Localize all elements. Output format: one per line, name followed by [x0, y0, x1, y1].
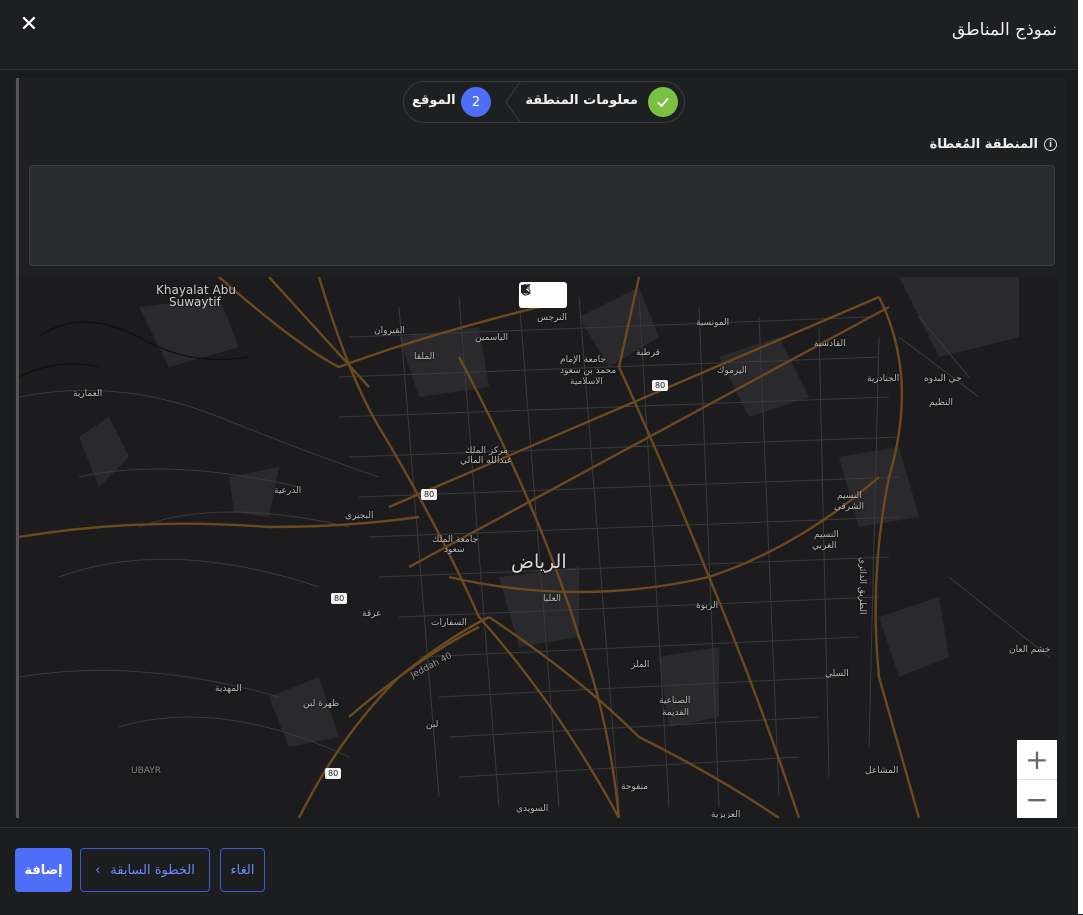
- map-label: العمارية: [73, 389, 103, 399]
- map-label: النسيم: [837, 491, 862, 501]
- map-label: الشرقي: [834, 502, 865, 512]
- covered-area-textarea[interactable]: [29, 165, 1055, 266]
- map-label: منفوحة: [621, 782, 649, 792]
- map-label: مركز الملك: [465, 446, 508, 456]
- chevron-left-icon: ‹: [95, 862, 101, 878]
- map-label: الدرعية: [274, 486, 302, 496]
- map-label: الغربي: [812, 541, 837, 551]
- map-label: المهدية: [215, 684, 242, 694]
- map-label: عبدالله المالي: [460, 456, 513, 466]
- map-label: الربوة: [696, 601, 719, 611]
- map-label: المشاعل: [865, 766, 899, 776]
- map-label: الصناعية: [659, 696, 691, 706]
- map-label: محمد بن سعود: [560, 366, 617, 376]
- zoom-control: + −: [1017, 740, 1057, 818]
- map-label: المونسية: [696, 318, 730, 328]
- map-label: النرجس: [537, 313, 567, 323]
- map-label: العليا: [543, 594, 562, 604]
- zoom-out-button[interactable]: −: [1017, 780, 1057, 818]
- map-label: جامعة الملك: [432, 535, 479, 545]
- map-label: حي البدوه: [924, 374, 962, 384]
- map-label: اليرموك: [717, 366, 747, 376]
- map-label: جامعة الإمام: [560, 355, 606, 365]
- close-icon[interactable]: ✕: [18, 12, 40, 38]
- check-icon: [648, 87, 678, 117]
- route-80-shield: 80: [421, 489, 438, 500]
- map-label: السلي: [825, 669, 849, 679]
- modal-header: ✕ نموذج المناطق: [0, 0, 1083, 70]
- step-2-label[interactable]: الموقع: [412, 93, 456, 108]
- map-label: Suwaytif: [169, 295, 221, 309]
- map-label: لبن: [426, 720, 439, 730]
- map-label: قرطبة: [636, 348, 660, 358]
- map-label: الجنادرية: [867, 374, 900, 384]
- map-label: الملز: [631, 660, 650, 670]
- map-label: القادسية: [814, 339, 846, 349]
- stepper: معلومات المنطقة 2 الموقع: [403, 81, 685, 123]
- step-1-label[interactable]: معلومات المنطقة: [525, 93, 638, 108]
- map-label-riyadh: الرياض: [511, 551, 567, 573]
- map-label: الاسلامية: [570, 377, 603, 387]
- add-button[interactable]: إضافة: [15, 848, 72, 892]
- draw-toolbar: [519, 282, 567, 308]
- route-80-shield: 80: [331, 593, 348, 604]
- previous-step-button[interactable]: ‹ الخطوة السابقة: [80, 848, 210, 892]
- route-80-shield: 80: [652, 380, 669, 391]
- cancel-button[interactable]: الغاء: [220, 848, 265, 892]
- map-label: النظيم: [929, 398, 954, 408]
- map-label: القيروان: [374, 326, 405, 336]
- window-edge: [1078, 0, 1083, 914]
- map-label: الطريق الدائري: [857, 557, 867, 615]
- covered-area-label-text: المنطقة المُغطاة: [929, 137, 1038, 152]
- draw-polygon-icon[interactable]: [521, 282, 567, 308]
- map-label: خشم العان: [1009, 645, 1051, 655]
- info-icon[interactable]: i: [1044, 138, 1057, 151]
- map-label: عرقة: [362, 609, 382, 619]
- previous-step-label: الخطوة السابقة: [110, 862, 195, 878]
- map-label: UBAYR: [131, 766, 161, 776]
- step-2-number: 2: [461, 87, 491, 117]
- map-label: ظهرة لبن: [303, 699, 340, 709]
- map[interactable]: Khayalat Abu Suwaytif الرياض النرجس القي…: [19, 277, 1057, 818]
- route-80-shield: 80: [325, 768, 342, 779]
- zoom-in-button[interactable]: +: [1017, 740, 1057, 780]
- map-label: العزيزية: [711, 810, 741, 818]
- map-label: الملقا: [414, 352, 435, 362]
- map-label: البجيري: [345, 511, 374, 521]
- map-label: السفارات: [431, 618, 467, 628]
- map-label: النسيم: [814, 530, 839, 540]
- map-label: الياسمين: [475, 333, 509, 343]
- covered-area-label: المنطقة المُغطاة i: [930, 137, 1057, 152]
- modal-title: نموذج المناطق: [951, 20, 1057, 40]
- map-label: السويدي: [516, 804, 549, 814]
- step-separator: [504, 81, 524, 123]
- map-label: سعود: [444, 545, 465, 555]
- map-roads: [19, 277, 1050, 818]
- map-label: القديمة: [662, 708, 690, 718]
